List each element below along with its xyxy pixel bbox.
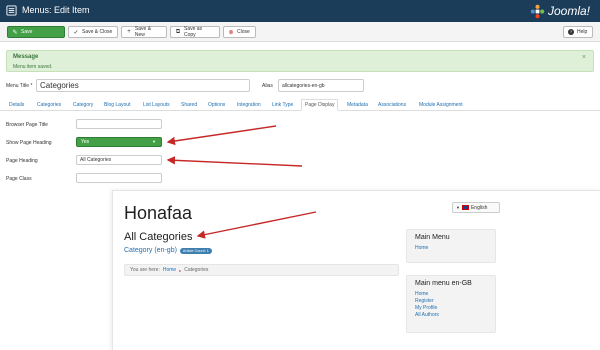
breadcrumb-separator-icon: ▸	[179, 267, 182, 273]
chevron-down-icon: ▼	[456, 205, 460, 210]
save-as-copy-button[interactable]: ⧉ Save as Copy	[170, 26, 220, 38]
help-icon: ?	[568, 29, 574, 35]
tab-details[interactable]: Details	[6, 99, 27, 111]
tab-list-layouts[interactable]: List Layouts	[140, 99, 173, 111]
site-preview: Honafaa ▼ English All Categories Categor…	[112, 190, 600, 350]
menu-en-gb-title: Main menu en-GB	[415, 280, 472, 287]
joomla-logo[interactable]: Joomla!	[530, 3, 590, 19]
message-heading: Message	[13, 54, 39, 60]
page-title: Menus: Edit Item	[22, 5, 90, 15]
frontend-page-heading: All Categories	[124, 231, 193, 243]
tab-metadata[interactable]: Metadata	[344, 99, 371, 111]
language-switcher[interactable]: ▼ English	[452, 202, 500, 213]
tab-integration[interactable]: Integration	[234, 99, 264, 111]
save-icon: ✎	[12, 29, 18, 36]
toolbar: ✎ Save ✓ Save & Close + Save & New ⧉ Sav…	[0, 22, 600, 42]
alias-input[interactable]: allcategories-en-gb	[278, 79, 364, 92]
close-button[interactable]: ⊗ Close	[223, 26, 256, 38]
menu-title-input[interactable]: Categories	[36, 79, 250, 92]
breadcrumb: You are here: Home ▸ Categories	[124, 264, 399, 276]
page-heading-label: Page Heading	[6, 158, 38, 164]
tab-categories[interactable]: Categories	[34, 99, 64, 111]
chevron-down-icon: ▼	[152, 139, 156, 144]
show-page-heading-select[interactable]: Yes ▼	[76, 137, 162, 147]
close-icon: ⊗	[228, 29, 234, 36]
save-new-button[interactable]: + Save & New	[121, 26, 167, 38]
admin-header: Menus: Edit Item Joomla!	[0, 0, 600, 22]
category-heading: Category (en-gb) Article Count: 1	[124, 247, 212, 254]
joomla-logo-icon	[530, 4, 545, 18]
menu-title-label: Menu Title *	[6, 83, 33, 89]
menu-en-gb-item[interactable]: All Authors	[415, 312, 487, 319]
copy-icon: ⧉	[175, 28, 181, 35]
tab-options[interactable]: Options	[205, 99, 228, 111]
menu-en-gb-item[interactable]: My Profile	[415, 305, 487, 312]
menu-en-gb-module: Main menu en-GB Home Register My Profile…	[406, 275, 496, 333]
tab-page-display[interactable]: Page Display	[301, 99, 339, 111]
main-menu-title: Main Menu	[415, 234, 450, 241]
save-close-button[interactable]: ✓ Save & Close	[68, 26, 118, 38]
menu-en-gb-item[interactable]: Home	[415, 291, 487, 298]
alias-label: Alias	[262, 83, 273, 89]
tab-associations[interactable]: Associations	[375, 99, 409, 111]
page-heading-input[interactable]: All Categories	[76, 155, 162, 165]
arrow-to-page-heading	[166, 156, 303, 167]
page-class-input[interactable]	[76, 173, 162, 183]
joomla-logo-text: Joomla!	[547, 4, 590, 18]
tab-blog-layout[interactable]: Blog Layout	[101, 99, 133, 111]
tab-shared[interactable]: Shared	[178, 99, 200, 111]
main-menu-module: Main Menu Home	[406, 229, 496, 263]
show-page-heading-label: Show Page Heading	[6, 140, 52, 146]
save-button[interactable]: ✎ Save	[7, 26, 65, 38]
main-menu-item[interactable]: Home	[415, 245, 487, 252]
browser-page-title-label: Browser Page Title	[6, 122, 48, 128]
tab-category[interactable]: Category	[70, 99, 96, 111]
tab-module-assignment[interactable]: Module Assignment	[416, 99, 466, 111]
uk-flag-icon	[461, 205, 469, 210]
check-icon: ✓	[73, 29, 79, 36]
tab-link-type[interactable]: Link Type	[269, 99, 296, 111]
message-body: Menu item saved.	[13, 64, 53, 70]
menu-en-gb-item[interactable]: Register	[415, 298, 487, 305]
site-name[interactable]: Honafaa	[124, 203, 192, 224]
tab-bar: Details Categories Category Blog Layout …	[0, 99, 600, 111]
message-alert: Message Menu item saved. ×	[6, 50, 594, 72]
plus-icon: +	[127, 29, 131, 35]
article-count-badge: Article Count: 1	[179, 247, 212, 254]
menu-icon	[6, 5, 17, 16]
category-link[interactable]: Category (en-gb)	[124, 247, 177, 254]
breadcrumb-home-link[interactable]: Home	[163, 267, 176, 273]
help-button[interactable]: ? Help	[563, 26, 593, 38]
page-class-label: Page Class	[6, 176, 32, 182]
arrow-to-show-heading	[166, 125, 277, 146]
browser-page-title-input[interactable]	[76, 119, 162, 129]
message-close-icon[interactable]: ×	[582, 54, 586, 61]
